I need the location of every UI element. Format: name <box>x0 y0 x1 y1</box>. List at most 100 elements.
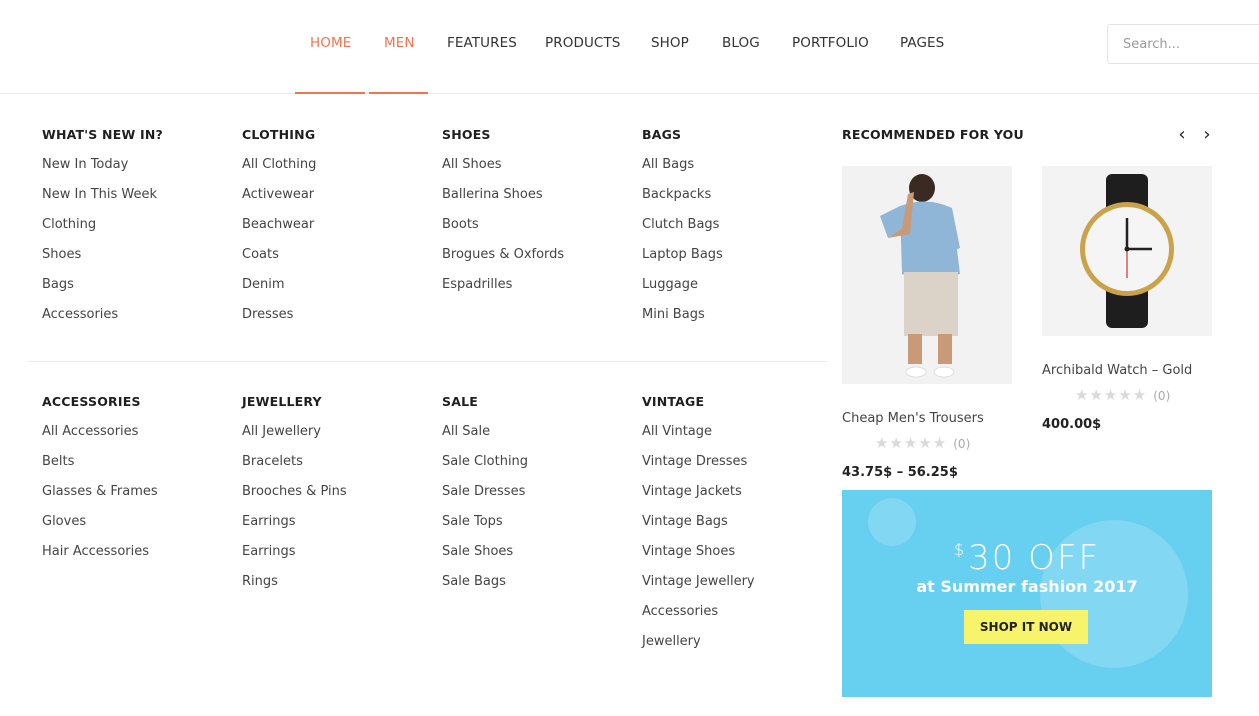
menu-link[interactable]: Boots <box>442 217 632 247</box>
column-title: WHAT'S NEW IN? <box>42 127 163 142</box>
menu-link[interactable]: Clothing <box>42 217 232 247</box>
chevron-right-icon[interactable]: › <box>1200 125 1214 145</box>
nav-home-underline <box>295 92 365 94</box>
rating-stars: ★★★★★ (0) <box>1075 386 1170 404</box>
menu-link[interactable]: Luggage <box>642 277 832 307</box>
menu-link[interactable]: Ballerina Shoes <box>442 187 632 217</box>
menu-link[interactable]: Vintage Shoes <box>642 544 832 574</box>
menu-link[interactable]: Coats <box>242 247 432 277</box>
menu-link[interactable]: Vintage Bags <box>642 514 832 544</box>
menu-link[interactable]: Espadrilles <box>442 277 632 307</box>
menu-link[interactable]: All Vintage <box>642 424 832 454</box>
menu-link[interactable]: Beachwear <box>242 217 432 247</box>
menu-column-accessories: ACCESSORIES All Accessories Belts Glasse… <box>42 393 232 574</box>
menu-link[interactable]: Rings <box>242 574 432 604</box>
wrist-watch-photo <box>1042 166 1212 336</box>
menu-link[interactable]: All Clothing <box>242 157 432 187</box>
product-price: 43.75$ – 56.25$ <box>842 465 958 480</box>
currency-symbol: $ <box>953 540 967 559</box>
search-input[interactable] <box>1123 25 1259 63</box>
menu-link[interactable]: Accessories <box>642 604 832 634</box>
menu-link[interactable]: Activewear <box>242 187 432 217</box>
menu-link[interactable]: Backpacks <box>642 187 832 217</box>
menu-link[interactable]: Gloves <box>42 514 232 544</box>
menu-link[interactable]: Bracelets <box>242 454 432 484</box>
product-name[interactable]: Cheap Men's Trousers <box>842 411 984 426</box>
column-title: JEWELLERY <box>242 394 322 409</box>
menu-link[interactable]: Clutch Bags <box>642 217 832 247</box>
menu-link[interactable]: Denim <box>242 277 432 307</box>
menu-link[interactable]: Brooches & Pins <box>242 484 432 514</box>
menu-link[interactable]: Brogues & Oxfords <box>442 247 632 277</box>
menu-link[interactable]: Glasses & Frames <box>42 484 232 514</box>
nav-pages[interactable]: PAGES <box>900 35 944 51</box>
menu-link[interactable]: New In Today <box>42 157 232 187</box>
product-image-watch[interactable] <box>1042 166 1212 336</box>
menu-column-shoes: SHOES All Shoes Ballerina Shoes Boots Br… <box>442 126 632 307</box>
nav-men[interactable]: MEN <box>384 35 415 51</box>
menu-link[interactable]: Laptop Bags <box>642 247 832 277</box>
search-box <box>1107 24 1259 64</box>
rating-count: (0) <box>953 437 971 451</box>
column-title: ACCESSORIES <box>42 394 141 409</box>
menu-link[interactable]: Dresses <box>242 307 432 337</box>
product-name[interactable]: Archibald Watch – Gold <box>1042 363 1192 378</box>
menu-link[interactable]: Sale Bags <box>442 574 632 604</box>
column-title: SALE <box>442 394 478 409</box>
menu-link[interactable]: Shoes <box>42 247 232 277</box>
column-title: BAGS <box>642 127 682 142</box>
menu-column-clothing: CLOTHING All Clothing Activewear Beachwe… <box>242 126 432 337</box>
menu-divider <box>26 361 827 362</box>
nav-home[interactable]: HOME <box>310 35 351 51</box>
chevron-left-icon[interactable]: ‹ <box>1175 125 1189 145</box>
menu-link[interactable]: All Accessories <box>42 424 232 454</box>
menu-link[interactable]: Vintage Jewellery <box>642 574 832 604</box>
menu-link[interactable]: Bags <box>42 277 232 307</box>
banner-headline: $30 OFF <box>842 538 1212 578</box>
man-in-blue-shirt-photo <box>842 166 1012 384</box>
star-icons: ★★★★★ <box>1075 386 1148 404</box>
column-title: VINTAGE <box>642 394 705 409</box>
nav-products[interactable]: PRODUCTS <box>545 35 620 51</box>
menu-link[interactable]: Sale Tops <box>442 514 632 544</box>
column-title: CLOTHING <box>242 127 316 142</box>
menu-link[interactable]: Mini Bags <box>642 307 832 337</box>
menu-link[interactable]: All Shoes <box>442 157 632 187</box>
menu-link[interactable]: Sale Clothing <box>442 454 632 484</box>
nav-shop[interactable]: SHOP <box>651 35 689 51</box>
banner-discount: 30 OFF <box>968 538 1101 578</box>
menu-link[interactable]: Jewellery <box>642 634 832 664</box>
nav-portfolio[interactable]: PORTFOLIO <box>792 35 869 51</box>
menu-link[interactable]: All Sale <box>442 424 632 454</box>
menu-link[interactable]: Vintage Jackets <box>642 484 832 514</box>
menu-link[interactable]: Earrings <box>242 514 432 544</box>
menu-column-sale: SALE All Sale Sale Clothing Sale Dresses… <box>442 393 632 604</box>
nav-features[interactable]: FEATURES <box>447 35 517 51</box>
menu-link[interactable]: Sale Dresses <box>442 484 632 514</box>
header: HOME MEN FEATURES PRODUCTS SHOP BLOG POR… <box>0 0 1259 94</box>
rating-count: (0) <box>1153 389 1171 403</box>
product-image-trousers[interactable] <box>842 166 1012 384</box>
menu-link[interactable]: Vintage Dresses <box>642 454 832 484</box>
menu-link[interactable]: Belts <box>42 454 232 484</box>
nav-men-underline <box>369 92 428 94</box>
menu-column-vintage: VINTAGE All Vintage Vintage Dresses Vint… <box>642 393 832 664</box>
menu-link[interactable]: Earrings <box>242 544 432 574</box>
recommended-title: RECOMMENDED FOR YOU <box>842 127 1024 142</box>
menu-link[interactable]: All Bags <box>642 157 832 187</box>
menu-column-bags: BAGS All Bags Backpacks Clutch Bags Lapt… <box>642 126 832 337</box>
product-price: 400.00$ <box>1042 417 1102 432</box>
rating-stars: ★★★★★ (0) <box>875 434 970 452</box>
star-icons: ★★★★★ <box>875 434 948 452</box>
menu-link[interactable]: Sale Shoes <box>442 544 632 574</box>
menu-column-whats-new: WHAT'S NEW IN? New In Today New In This … <box>42 126 232 337</box>
promo-banner[interactable]: $30 OFF at Summer fashion 2017 SHOP IT N… <box>842 490 1212 697</box>
column-title: SHOES <box>442 127 491 142</box>
menu-link[interactable]: Accessories <box>42 307 232 337</box>
shop-now-button[interactable]: SHOP IT NOW <box>964 610 1088 644</box>
menu-link[interactable]: All Jewellery <box>242 424 432 454</box>
menu-link[interactable]: Hair Accessories <box>42 544 232 574</box>
menu-link[interactable]: New In This Week <box>42 187 232 217</box>
nav-blog[interactable]: BLOG <box>722 35 760 51</box>
menu-column-jewellery: JEWELLERY All Jewellery Bracelets Brooch… <box>242 393 432 604</box>
